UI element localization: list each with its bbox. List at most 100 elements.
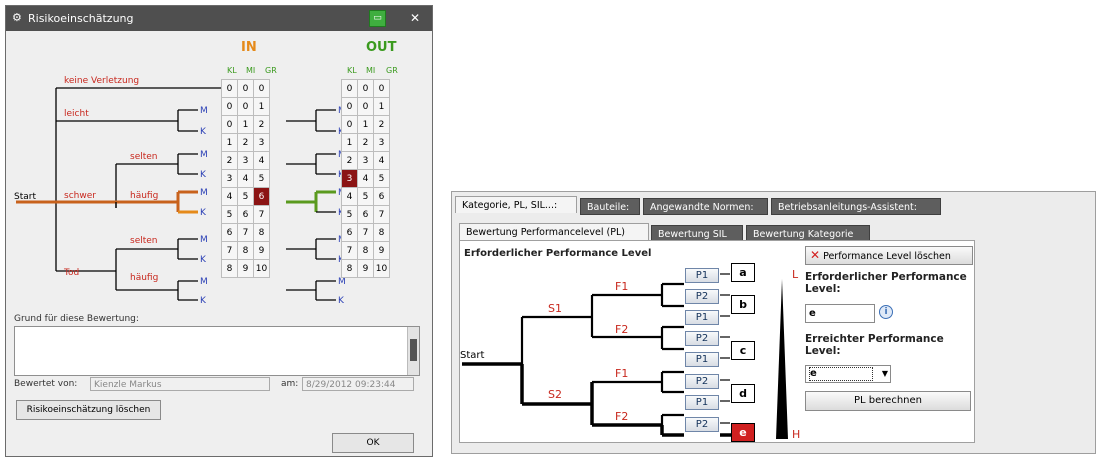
reason-scrollbar[interactable] xyxy=(407,327,419,375)
grid-cell[interactable]: 6 xyxy=(373,187,390,206)
grid-cell[interactable]: 4 xyxy=(341,187,358,206)
grid-row: 123 xyxy=(341,133,390,152)
grid-cell[interactable]: 0 xyxy=(221,79,238,98)
grid-cell[interactable]: 1 xyxy=(341,133,358,152)
grid-cell[interactable]: 4 xyxy=(221,187,238,206)
grid-cell[interactable]: 4 xyxy=(237,169,254,188)
grid-cell[interactable]: 5 xyxy=(221,205,238,224)
grid-cell[interactable]: 8 xyxy=(221,259,238,278)
p2-box-2[interactable]: P2 xyxy=(685,331,719,346)
grid-row: 234 xyxy=(221,151,270,170)
grid-cell[interactable]: 7 xyxy=(221,241,238,260)
p1-box-1[interactable]: P1 xyxy=(685,268,719,283)
grid-cell[interactable]: 10 xyxy=(253,259,270,278)
grid-cell[interactable]: 5 xyxy=(373,169,390,188)
k-marker: K xyxy=(200,127,206,137)
out-col-kl: KL xyxy=(347,66,357,75)
grid-cell[interactable]: 4 xyxy=(373,151,390,170)
grid-cell[interactable]: 0 xyxy=(237,97,254,116)
grid-cell[interactable]: 1 xyxy=(221,133,238,152)
grid-cell[interactable]: 5 xyxy=(357,187,374,206)
grid-cell[interactable]: 6 xyxy=(221,223,238,242)
grid-cell[interactable]: 0 xyxy=(357,79,374,98)
grid-cell[interactable]: 2 xyxy=(237,133,254,152)
grid-cell[interactable]: 2 xyxy=(357,133,374,152)
grid-cell[interactable]: 4 xyxy=(253,151,270,170)
p2-box-4[interactable]: P2 xyxy=(685,417,719,432)
p1-box-2[interactable]: P1 xyxy=(685,310,719,325)
grid-cell[interactable]: 5 xyxy=(237,187,254,206)
reason-textarea[interactable] xyxy=(14,326,420,376)
grid-cell[interactable]: 6 xyxy=(357,205,374,224)
branch-haeufig-2: häufig xyxy=(130,273,159,283)
risk-scale-wedge xyxy=(776,279,788,439)
ok-button[interactable]: OK xyxy=(332,433,414,453)
grid-cell[interactable]: 3 xyxy=(253,133,270,152)
grid-cell[interactable]: 0 xyxy=(253,79,270,98)
achieved-pl-select[interactable]: e ▼ xyxy=(805,365,891,383)
grid-cell[interactable]: 0 xyxy=(341,79,358,98)
required-pl-field[interactable]: e xyxy=(805,304,875,323)
grid-cell[interactable]: 2 xyxy=(221,151,238,170)
grid-cell[interactable]: 9 xyxy=(253,241,270,260)
grid-cell[interactable]: 0 xyxy=(357,97,374,116)
grid-cell[interactable]: 0 xyxy=(221,97,238,116)
p2-box-1[interactable]: P2 xyxy=(685,289,719,304)
grid-cell[interactable]: 3 xyxy=(373,133,390,152)
calculate-pl-button[interactable]: PL berechnen xyxy=(805,391,971,411)
grid-row: 8 9 10 xyxy=(221,259,270,278)
grid-cell[interactable]: 7 xyxy=(253,205,270,224)
in-risk-grid: 0 0 0 0 0 1 0 1 2 1 2 3 2 3 4 3 4 5 4 5 6 5 6 7 6 7 8 7 8 9 8 9 10 xyxy=(221,79,270,278)
grid-cell[interactable]: 9 xyxy=(237,259,254,278)
grid-cell[interactable]: 7 xyxy=(341,241,358,260)
grid-cell[interactable]: 2 xyxy=(373,115,390,134)
grid-cell[interactable]: 8 xyxy=(253,223,270,242)
grid-cell[interactable]: 0 xyxy=(341,97,358,116)
delete-pl-label: Performance Level löschen xyxy=(823,251,951,262)
p2-box-3[interactable]: P2 xyxy=(685,374,719,389)
m-marker: M xyxy=(200,106,208,116)
grid-cell[interactable]: 3 xyxy=(237,151,254,170)
grid-cell[interactable]: 9 xyxy=(373,241,390,260)
grid-cell[interactable]: 3 xyxy=(341,169,358,188)
grid-cell[interactable]: 0 xyxy=(341,115,358,134)
grid-cell[interactable]: 1 xyxy=(373,97,390,116)
grid-cell[interactable]: 6 xyxy=(341,223,358,242)
grid-cell[interactable]: 2 xyxy=(341,151,358,170)
out-col-mi: MI xyxy=(366,66,376,75)
info-icon[interactable]: i xyxy=(879,305,893,319)
grid-cell[interactable]: 1 xyxy=(253,97,270,116)
grid-cell[interactable]: 8 xyxy=(341,259,358,278)
p1-box-4[interactable]: P1 xyxy=(685,395,719,410)
p1-box-3[interactable]: P1 xyxy=(685,352,719,367)
grid-row: 567 xyxy=(341,205,390,224)
grid-cell[interactable]: 6 xyxy=(253,187,270,206)
grid-cell[interactable]: 7 xyxy=(373,205,390,224)
grid-cell[interactable]: 1 xyxy=(357,115,374,134)
grid-cell[interactable]: 0 xyxy=(237,79,254,98)
grid-cell[interactable]: 1 xyxy=(237,115,254,134)
grid-cell[interactable]: 9 xyxy=(357,259,374,278)
delete-pl-button[interactable]: ✕ Performance Level löschen xyxy=(805,246,973,265)
grid-cell[interactable]: 8 xyxy=(357,241,374,260)
delete-assessment-button[interactable]: Risikoeinschätzung löschen xyxy=(16,400,161,420)
grid-row: 000 xyxy=(221,79,270,98)
grid-cell[interactable]: 0 xyxy=(373,79,390,98)
grid-cell[interactable]: 8 xyxy=(237,241,254,260)
grid-cell[interactable]: 2 xyxy=(253,115,270,134)
m-marker: M xyxy=(200,150,208,160)
grid-cell[interactable]: 3 xyxy=(221,169,238,188)
grid-cell[interactable]: 5 xyxy=(253,169,270,188)
grid-cell[interactable]: 7 xyxy=(357,223,374,242)
required-pl-label: Erforderlicher Performance Level: xyxy=(805,271,967,295)
grid-cell[interactable]: 3 xyxy=(357,151,374,170)
grid-cell[interactable]: 0 xyxy=(221,115,238,134)
grid-cell[interactable]: 6 xyxy=(237,205,254,224)
grid-cell[interactable]: 4 xyxy=(357,169,374,188)
scroll-thumb[interactable] xyxy=(410,339,417,361)
grid-cell[interactable]: 8 xyxy=(373,223,390,242)
grid-cell[interactable]: 7 xyxy=(237,223,254,242)
grid-row: 345 xyxy=(221,169,270,188)
grid-cell[interactable]: 10 xyxy=(373,259,390,278)
grid-cell[interactable]: 5 xyxy=(341,205,358,224)
